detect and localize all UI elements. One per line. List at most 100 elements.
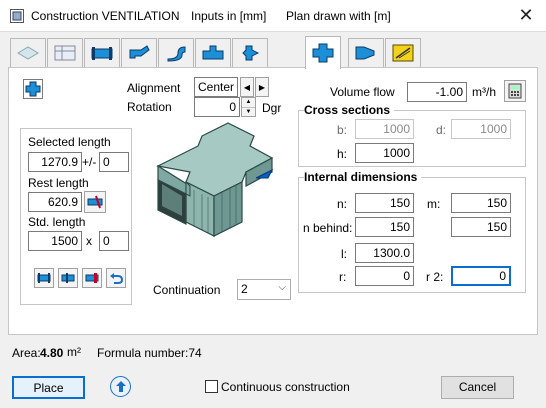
length-option-3-button[interactable] [82, 268, 102, 288]
b-field[interactable]: 1000 [355, 119, 414, 139]
tab-tee-piece[interactable] [195, 38, 231, 67]
h-field[interactable]: 1000 [355, 143, 414, 163]
tolerance-field[interactable]: 0 [99, 152, 129, 172]
l-label: l: [341, 247, 347, 261]
d-field[interactable]: 1000 [451, 119, 511, 139]
r2-label: r 2: [426, 270, 444, 284]
place-button[interactable]: Place [12, 376, 85, 399]
tab-accessory[interactable] [385, 38, 421, 67]
spin-up-icon[interactable]: ▲ [242, 98, 255, 107]
transition-icon [242, 45, 260, 61]
alignment-prev-button[interactable]: ◀ [240, 77, 254, 97]
triangle-right-icon: ▶ [258, 82, 266, 92]
tab-cross-piece[interactable] [305, 36, 341, 69]
tab-reducer[interactable] [348, 38, 384, 67]
rotation-field[interactable]: 0 [194, 97, 240, 117]
selected-length-field[interactable]: 1270.9 [28, 152, 82, 172]
rotation-label: Rotation [127, 100, 172, 114]
m-field[interactable]: 150 [451, 193, 511, 213]
b-label: b: [337, 123, 348, 137]
alignment-label: Alignment [127, 81, 181, 95]
continuation-select[interactable]: 2 ⌵ [237, 279, 291, 300]
window-title: Construction VENTILATION [31, 9, 180, 23]
length-option-2-button[interactable] [58, 268, 78, 288]
component-selector[interactable] [23, 79, 43, 99]
formula-number: Formula number:74 [97, 346, 202, 360]
straight-duct-icon [91, 47, 113, 60]
alignment-next-button[interactable]: ▶ [255, 77, 269, 97]
duct-segment-red-icon [85, 273, 99, 283]
tab-bend[interactable] [121, 38, 157, 67]
volume-flow-field[interactable]: -1.00 [407, 82, 467, 102]
length-option-1-button[interactable] [34, 268, 54, 288]
multiply-field[interactable]: 0 [99, 231, 129, 251]
bend-icon [129, 45, 150, 59]
tab-straight-duct[interactable] [84, 38, 120, 67]
s-bend-icon [167, 46, 186, 62]
close-button[interactable]: ✕ [514, 4, 538, 26]
reducer-icon [355, 46, 375, 60]
upload-arrow-icon [115, 381, 126, 392]
title-plan-units: Plan drawn with [m] [286, 9, 391, 23]
n-behind-right-field[interactable]: 150 [451, 217, 511, 237]
accessory-icon [392, 44, 414, 62]
tab-transition[interactable] [232, 38, 268, 67]
continuation-value: 2 [241, 282, 248, 296]
spin-down-icon[interactable]: ▼ [242, 107, 255, 116]
continuous-construction-checkbox[interactable] [205, 380, 218, 393]
d-label: d: [436, 123, 447, 137]
cut-body-icon [17, 46, 39, 60]
r-label: r: [339, 270, 347, 284]
std-length-field[interactable]: 1500 [28, 231, 82, 251]
volume-flow-label: Volume flow [330, 85, 395, 99]
title-inputs-units: Inputs in [mm] [191, 9, 267, 23]
table-icon [54, 45, 76, 61]
undo-button[interactable] [106, 268, 126, 288]
cross-sections-title: Cross sections [304, 103, 395, 117]
m-label: m: [427, 197, 441, 211]
internal-dimensions-title: Internal dimensions [304, 170, 422, 184]
area-label: Area: [12, 346, 41, 360]
calculator-icon [508, 83, 522, 99]
n-label: n: [337, 197, 348, 211]
n-behind-label: n behind: [303, 221, 353, 235]
multiply-label: x [86, 234, 92, 248]
r-field[interactable]: 0 [355, 266, 414, 286]
duct-segment-icon [61, 273, 75, 283]
h-label: h: [337, 147, 348, 161]
tolerance-label: +/- [82, 155, 97, 169]
cross-piece-preview [156, 122, 274, 237]
rotation-unit: Dgr [262, 101, 282, 115]
undo-icon [110, 273, 123, 284]
app-icon [10, 9, 24, 23]
title-bar: Construction VENTILATION Inputs in [mm] … [0, 0, 546, 32]
cancel-button[interactable]: Cancel [441, 376, 514, 399]
cross-piece-icon [312, 43, 334, 63]
area-unit: m² [67, 345, 81, 359]
l-field[interactable]: 1300.0 [355, 243, 414, 263]
cross-piece-icon [25, 81, 41, 97]
selected-length-label: Selected length [28, 135, 111, 149]
tab-s-bend[interactable] [158, 38, 194, 67]
calculator-button[interactable] [504, 80, 526, 102]
n-field[interactable]: 150 [355, 193, 414, 213]
tee-piece-icon [202, 45, 224, 60]
rest-length-button[interactable] [84, 191, 106, 213]
duct-segment-icon [37, 273, 51, 283]
area-value: 4.80 [40, 346, 64, 360]
tab-table[interactable] [47, 38, 83, 67]
chevron-down-icon: ⌵ [278, 282, 286, 293]
rest-length-field[interactable]: 620.9 [28, 192, 82, 212]
n-behind-field[interactable]: 150 [355, 217, 414, 237]
rest-length-label: Rest length [28, 176, 89, 190]
tab-cut-body[interactable] [10, 38, 46, 67]
std-length-label: Std. length [28, 215, 86, 229]
continuous-construction-label: Continuous construction [221, 380, 350, 394]
alignment-field[interactable]: Center [194, 77, 238, 97]
continuation-label: Continuation [153, 283, 221, 297]
rotation-spinner[interactable]: ▲ ▼ [241, 97, 256, 117]
r2-field[interactable]: 0 [451, 266, 511, 286]
triangle-left-icon: ◀ [243, 82, 251, 92]
info-button[interactable] [110, 376, 131, 397]
volume-flow-unit: m³/h [472, 85, 496, 99]
